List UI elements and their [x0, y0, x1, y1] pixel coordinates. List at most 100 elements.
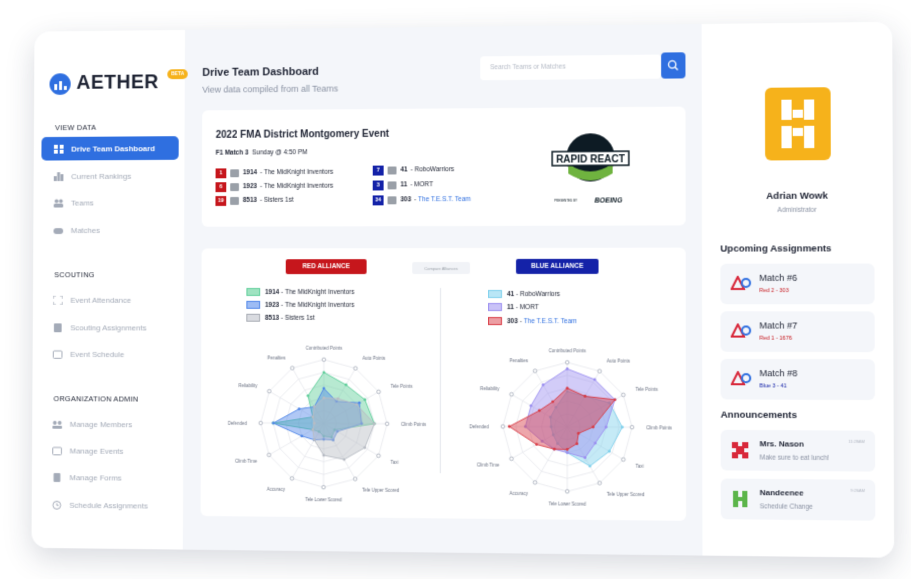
radar-data-point[interactable] [322, 386, 326, 390]
radar-data-point[interactable] [565, 367, 569, 371]
page-subtitle: View data compiled from all Teams [202, 83, 339, 95]
radar-data-point[interactable] [588, 464, 592, 468]
nav-label: Scouting Assignments [70, 322, 147, 332]
legend-number: 1923 [264, 301, 280, 309]
radar-data-point[interactable] [541, 383, 545, 387]
radar-data-point[interactable] [593, 378, 597, 381]
radar-data-point[interactable] [363, 398, 367, 402]
radar-data-point[interactable] [358, 401, 361, 405]
announcement-card[interactable]: Mrs. Nason Make sure to eat lunch! 11:28… [720, 429, 876, 472]
radar-axis-label: Taxi [391, 460, 399, 465]
seed-badge: 6 [215, 181, 227, 192]
assignment-card[interactable]: Match #7 Red 1 - 1676 [720, 311, 875, 353]
radar-axis-handle [353, 477, 357, 481]
radar-data-point[interactable] [577, 431, 580, 435]
nav-manage-forms[interactable]: Manage Forms [40, 465, 178, 490]
radar-data-point[interactable] [312, 438, 316, 442]
assignment-card[interactable]: Match #6 Red 2 - 303 [720, 263, 875, 305]
radar-data-point[interactable] [363, 446, 367, 451]
radar-data-point[interactable] [271, 421, 275, 425]
radar-data-point[interactable] [342, 458, 346, 461]
radar-data-point[interactable] [613, 398, 617, 402]
compare-alliances-toggle[interactable]: Compare Alliances [412, 261, 471, 275]
radar-data-point[interactable] [607, 449, 611, 453]
nav-scouting-assignments[interactable]: Scouting Assignments [40, 316, 178, 340]
radar-axis-label: Penalties [267, 356, 286, 361]
radar-data-point[interactable] [551, 400, 555, 404]
calendar-icon [52, 446, 62, 455]
radar-data-point[interactable] [583, 394, 587, 398]
radar-axis-handle [354, 366, 358, 370]
red-team-row[interactable]: 19 8513- Sisters 1st [215, 195, 294, 206]
radar-data-point[interactable] [300, 434, 304, 438]
radar-data-point[interactable] [297, 407, 301, 411]
user-avatar[interactable] [764, 87, 831, 161]
nav-current-rankings[interactable]: Current Rankings [41, 164, 178, 188]
radar-data-point[interactable] [565, 451, 569, 455]
radar-data-point[interactable] [373, 422, 377, 426]
section-organization-admin: ORGANIZATION ADMIN [53, 394, 139, 404]
radar-data-point[interactable] [565, 448, 569, 451]
nav-teams[interactable]: Teams [41, 190, 178, 214]
blue-team-row[interactable]: 7 41- RoboWarriors [372, 164, 454, 176]
blue-alliance-button[interactable]: BLUE ALLIANCE [516, 258, 599, 274]
legend-item: 303 - The T.E.S.T. Team [487, 317, 577, 326]
radar-data-point[interactable] [565, 386, 569, 390]
radar-data-point[interactable] [593, 441, 597, 445]
radar-data-point[interactable] [583, 456, 587, 460]
radar-data-point[interactable] [312, 405, 316, 409]
radar-axis-label: Tele Lower Scored [305, 497, 342, 502]
blue-team-row[interactable]: 3 11- MORT [372, 179, 433, 190]
logo[interactable]: AETHER BETA [49, 69, 188, 95]
radar-data-point[interactable] [344, 383, 348, 387]
seed-badge: 1 [215, 167, 227, 178]
search-input[interactable]: Search Teams or Matches [480, 54, 662, 81]
nav-matches[interactable]: Matches [41, 218, 178, 242]
radar-data-point[interactable] [604, 425, 608, 429]
radar-data-point[interactable] [336, 397, 340, 401]
assignment-card[interactable]: Match #8 Blue 3 - 41 [720, 358, 875, 401]
radar-axis-handle [377, 390, 382, 395]
radar-data-point[interactable] [306, 394, 310, 398]
announcement-card[interactable]: Nandeenee Schedule Change 9:26AM [720, 478, 876, 521]
red-team-row[interactable]: 1 1914- The MidKnight Inventors [215, 167, 334, 178]
announcement-time: 11:28AM [848, 438, 865, 444]
radar-data-point[interactable] [311, 428, 315, 432]
nav-manage-events[interactable]: Manage Events [40, 438, 178, 463]
team-name: Sisters 1st [263, 196, 294, 204]
nav-label: Event Schedule [70, 349, 125, 359]
red-alliance-button[interactable]: RED ALLIANCE [285, 259, 367, 275]
radar-data-point[interactable] [535, 442, 538, 446]
team-avatar-icon [731, 442, 749, 459]
radar-data-point[interactable] [311, 415, 315, 419]
nav-manage-members[interactable]: Manage Members [40, 412, 178, 437]
radar-data-point[interactable] [552, 447, 556, 451]
radar-data-point[interactable] [529, 404, 533, 408]
radar-data-point[interactable] [575, 442, 579, 446]
radar-data-point[interactable] [507, 425, 511, 428]
radar-axis-label: Tele Points [391, 384, 414, 389]
nav-label: Schedule Assignments [69, 500, 148, 511]
assignment-title: Match #7 [759, 320, 798, 331]
radar-data-point[interactable] [355, 403, 359, 406]
radar-data-point[interactable] [537, 409, 541, 413]
radar-data-point[interactable] [591, 425, 595, 429]
red-team-row[interactable]: 6 1923- The MidKnight Inventors [215, 181, 334, 192]
nav-drive-team-dashboard[interactable]: Drive Team Dashboard [41, 136, 179, 161]
robot-icon [230, 196, 239, 205]
search-button[interactable] [661, 52, 686, 79]
nav-event-attendance[interactable]: Event Attendance [41, 288, 179, 312]
team-name-link[interactable]: The T.E.S.T. Team [418, 196, 471, 203]
radar-data-point[interactable] [322, 453, 326, 457]
radar-data-point[interactable] [322, 370, 326, 374]
legend-name[interactable]: The T.E.S.T. Team [524, 318, 577, 325]
radar-data-point[interactable] [620, 425, 624, 429]
nav-schedule-assignments[interactable]: Schedule Assignments [39, 493, 177, 518]
nav-event-schedule[interactable]: Event Schedule [40, 342, 178, 366]
radar-axis-handle [267, 453, 271, 457]
radar-data-point[interactable] [322, 396, 326, 400]
first-logo-icon [731, 276, 754, 290]
radar-data-point[interactable] [312, 421, 316, 425]
event-card: 2022 FMA District Montgomery Event F1 Ma… [201, 106, 686, 227]
blue-team-row[interactable]: 34 303- The T.E.S.T. Team [372, 194, 471, 205]
